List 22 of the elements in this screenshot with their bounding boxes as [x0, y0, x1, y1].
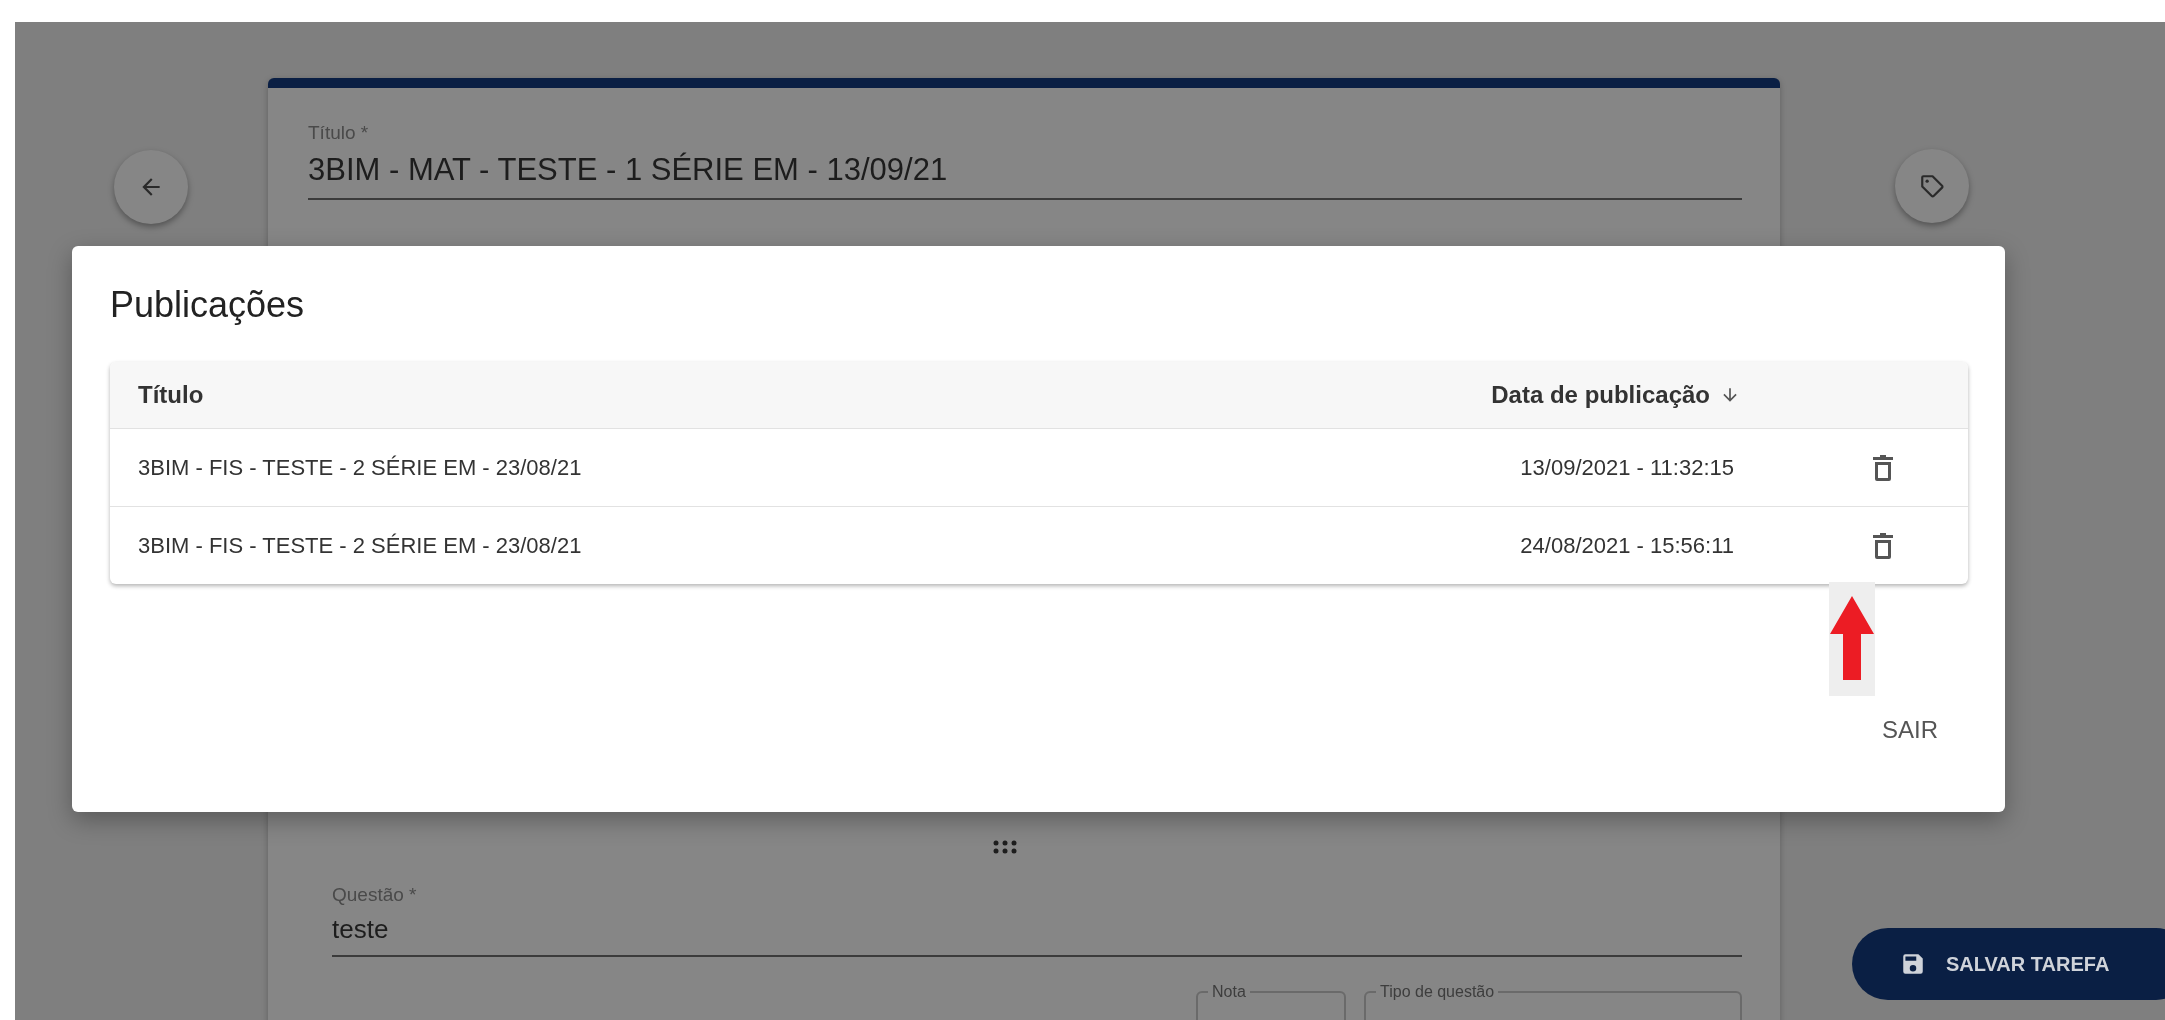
field-value: 3BIM - MAT - TESTE - 1 SÉRIE EM - 13/09/21: [308, 151, 949, 189]
drag-handle-icon[interactable]: [992, 840, 1018, 854]
trash-icon: [1872, 453, 1894, 482]
column-header: Título: [137, 381, 205, 409]
table-cell-text: 13/09/2021 - 11:32:15: [1519, 454, 1735, 481]
table-cell-text: 3BIM - FIS - TESTE - 2 SÉRIE EM - 23/08/21: [137, 532, 583, 559]
tag-icon: [1919, 173, 1945, 199]
question-field[interactable]: Questão * teste: [332, 884, 1742, 957]
score-field[interactable]: Nota: [1196, 983, 1346, 1020]
trash-icon: [1872, 531, 1894, 560]
dialog-title: Publicações: [110, 284, 306, 326]
field-label: Título *: [308, 122, 370, 144]
table-cell-text: 3BIM - FIS - TESTE - 2 SÉRIE EM - 23/08/21: [137, 454, 583, 481]
save-task-button[interactable]: SALVAR TAREFA: [1852, 928, 2165, 1000]
exit-button[interactable]: SAIR: [1852, 704, 1968, 756]
table-cell-text: 24/08/2021 - 15:56:11: [1519, 532, 1735, 559]
field-label: Questão *: [332, 884, 418, 906]
tag-button[interactable]: [1895, 149, 1969, 223]
question-type-field[interactable]: Tipo de questão: [1364, 983, 1742, 1020]
field-value: teste: [332, 913, 390, 946]
column-header[interactable]: Data de publicação: [1330, 381, 1770, 409]
title-field[interactable]: Título * 3BIM - MAT - TESTE - 1 SÉRIE EM - 13/09/21: [308, 122, 1742, 200]
